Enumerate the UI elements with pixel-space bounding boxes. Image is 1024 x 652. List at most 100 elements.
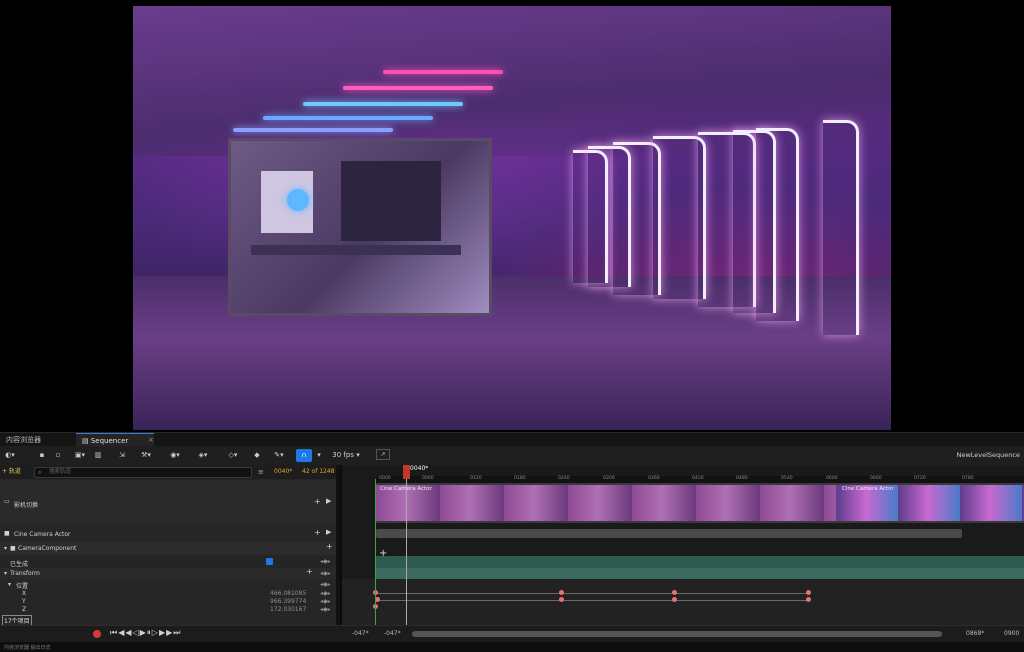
camera-cut-section[interactable]: Cine Camera Actor Cine Camera Actor bbox=[376, 483, 1024, 523]
tab-content-browser[interactable]: 内容浏览器 bbox=[0, 433, 47, 447]
keyframe[interactable] bbox=[806, 597, 811, 602]
spawned-section[interactable] bbox=[376, 556, 1024, 568]
add-icon[interactable]: + bbox=[314, 497, 321, 506]
transform-icon[interactable]: ⇲ bbox=[116, 449, 128, 462]
tools-icon[interactable]: ⚒▾ bbox=[136, 449, 156, 462]
keyframe[interactable] bbox=[559, 597, 564, 602]
key-nav-icon[interactable]: ◂◆▸ bbox=[320, 590, 331, 597]
close-tab-icon[interactable]: × bbox=[142, 433, 160, 447]
ruler-tick: 0780 bbox=[962, 476, 974, 481]
shot-track-row[interactable]: ▭ 影机切换 + ▶ bbox=[0, 481, 340, 525]
fps-label: 30 fps bbox=[332, 451, 354, 459]
find-icon[interactable]: ▫ bbox=[52, 449, 64, 462]
filter-icon[interactable]: ≡ bbox=[258, 467, 264, 477]
crosshair-icon: + bbox=[379, 548, 388, 559]
x-value[interactable]: 466.081085 bbox=[270, 590, 306, 597]
key-nav-icon[interactable]: ◂◆▸ bbox=[320, 558, 331, 565]
keyframe[interactable] bbox=[672, 597, 677, 602]
view-range-start[interactable]: -047* bbox=[384, 630, 401, 637]
location-section[interactable] bbox=[342, 579, 1024, 625]
key-icon[interactable]: ◆ bbox=[250, 449, 264, 462]
neon-strip bbox=[233, 128, 393, 132]
playhead-handle[interactable] bbox=[403, 465, 410, 479]
key-nav-icon[interactable]: ◂◆▸ bbox=[320, 570, 331, 577]
range-end[interactable]: 0868* bbox=[966, 630, 984, 637]
y-value[interactable]: 966.399774 bbox=[270, 598, 306, 605]
camera-icon[interactable]: ▶ bbox=[326, 497, 331, 505]
pump-display bbox=[287, 189, 309, 211]
expand-chevron-icon[interactable]: ▾ bbox=[4, 570, 7, 577]
search-field[interactable]: ⌕ 搜索轨道 bbox=[34, 467, 252, 478]
playback-controls[interactable]: ⏮◀◀◁▶⏸▷▶▶⏭ bbox=[110, 628, 181, 638]
transform-row[interactable]: ▾ Transform + ◂◆▸ bbox=[0, 567, 340, 579]
timeline-scrollbar[interactable] bbox=[412, 631, 942, 637]
range-start[interactable]: -047* bbox=[352, 630, 369, 637]
track-label: Z bbox=[22, 606, 27, 613]
camera-actor-row[interactable]: ■ Cine Camera Actor + ▶ bbox=[0, 527, 340, 541]
world-icon[interactable]: ◐▾ bbox=[2, 449, 18, 462]
level-viewport[interactable] bbox=[0, 0, 1024, 432]
brush-icon[interactable]: ✎▾ bbox=[268, 449, 290, 462]
key-nav-icon[interactable]: ◂◆▸ bbox=[320, 606, 331, 613]
location-row[interactable]: ▾ 位置 ◂◆▸ bbox=[0, 579, 340, 590]
track-label: Cine Camera Actor bbox=[14, 531, 71, 538]
expand-chevron-icon[interactable]: ▾ bbox=[4, 545, 7, 552]
transform-section[interactable] bbox=[376, 568, 1024, 579]
snap-icon[interactable]: ∩ bbox=[296, 449, 312, 462]
keyframe[interactable] bbox=[672, 590, 677, 595]
track-label: Y bbox=[22, 598, 26, 605]
outliner-scrollbar[interactable] bbox=[336, 465, 340, 625]
key-nav-icon[interactable]: ◂◆▸ bbox=[320, 581, 331, 588]
neon-strip bbox=[343, 86, 493, 90]
location-y-row[interactable]: Y 966.399774 ◂◆▸ bbox=[0, 597, 340, 605]
snap-dropdown-icon[interactable]: ▾ bbox=[316, 449, 322, 462]
pc-case-prop bbox=[228, 138, 492, 316]
add-icon[interactable]: + bbox=[326, 542, 333, 551]
neon-strip bbox=[303, 102, 463, 106]
ruler-tick: 0240 bbox=[558, 476, 570, 481]
save-icon[interactable]: ▪ bbox=[36, 449, 48, 462]
ruler-tick: 0180 bbox=[514, 476, 526, 481]
track-label: CameraComponent bbox=[18, 545, 77, 552]
z-value[interactable]: 172.030167 bbox=[270, 606, 306, 613]
view-range-end[interactable]: 0900 bbox=[1004, 630, 1019, 637]
playback-options-icon[interactable]: ◈▾ bbox=[192, 449, 214, 462]
render-movie-icon[interactable]: ▣▾ bbox=[70, 449, 90, 462]
spawned-checkbox[interactable] bbox=[266, 558, 273, 565]
camera-cut-icon[interactable]: ▥ bbox=[92, 449, 104, 462]
status-left[interactable]: 内容浏览器 输出日志 bbox=[4, 644, 51, 651]
location-x-row[interactable]: X 466.081085 ◂◆▸ bbox=[0, 589, 340, 597]
spawned-row[interactable]: 已生成 ◂◆▸ bbox=[0, 556, 340, 568]
camera-actor-section[interactable] bbox=[376, 529, 962, 538]
fps-selector[interactable]: 30 fps ▾ bbox=[326, 449, 366, 462]
key-nav-icon[interactable]: ◂◆▸ bbox=[320, 598, 331, 605]
curve-editor-icon[interactable]: ↗ bbox=[376, 449, 390, 460]
transport-bar: ⏮◀◀◁▶⏸▷▶▶⏭ -047* -047* 0868* 0900 bbox=[0, 625, 1024, 643]
track-filter-bar: + 轨道 ⌕ 搜索轨道 ≡ 0040* 42 of 1248 bbox=[0, 465, 340, 479]
ruler-tick: 0720 bbox=[914, 476, 926, 481]
add-icon[interactable]: + bbox=[314, 528, 321, 537]
keyframe[interactable] bbox=[806, 590, 811, 595]
sequencer-icon: ▤ bbox=[82, 437, 91, 445]
key-options-icon[interactable]: ◇▾ bbox=[222, 449, 244, 462]
current-frame-field[interactable]: 0040* bbox=[274, 467, 292, 477]
gpu bbox=[251, 245, 461, 255]
motherboard bbox=[341, 161, 441, 241]
camera-cut-track-icon: ▭ bbox=[4, 498, 10, 505]
expand-chevron-icon[interactable]: ▾ bbox=[8, 581, 11, 588]
ruler-tick: 0360 bbox=[648, 476, 660, 481]
record-icon[interactable] bbox=[93, 630, 101, 638]
add-icon[interactable]: + bbox=[306, 567, 313, 576]
viewport-render-image bbox=[133, 6, 891, 430]
camera-component-row[interactable]: ▾ ■ CameraComponent + bbox=[0, 542, 340, 555]
sequence-name: NewLevelSequence bbox=[956, 451, 1020, 459]
status-bar: 内容浏览器 输出日志 bbox=[0, 642, 1024, 652]
add-track-button[interactable]: + 轨道 bbox=[2, 467, 30, 477]
playhead-frame: 0040* bbox=[410, 465, 429, 472]
camera-icon[interactable]: ▶ bbox=[326, 528, 331, 536]
playhead-line bbox=[406, 479, 407, 625]
view-options-icon[interactable]: ◉▾ bbox=[164, 449, 186, 462]
location-z-row[interactable]: Z 172.030167 ◂◆▸ bbox=[0, 605, 340, 613]
keyframe[interactable] bbox=[559, 590, 564, 595]
search-icon: ⌕ bbox=[38, 469, 42, 476]
